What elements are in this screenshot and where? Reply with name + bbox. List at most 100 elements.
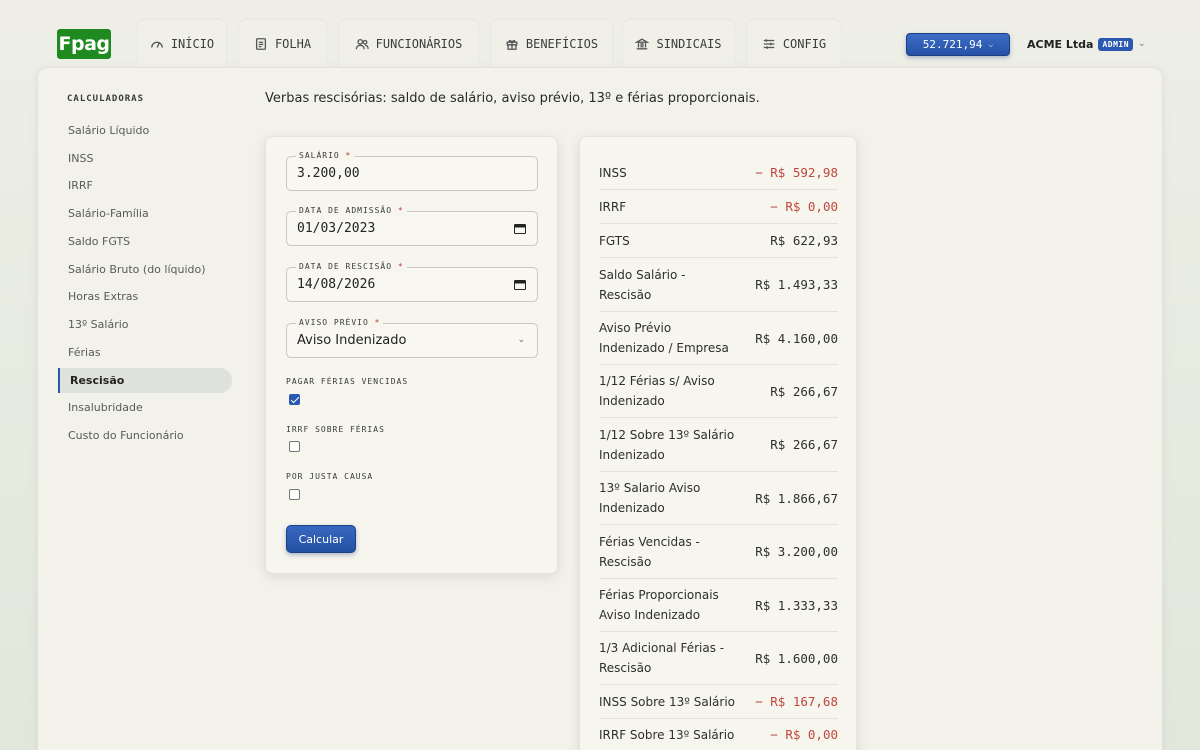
result-label: INSS [599, 165, 627, 180]
salary-label: SALÁRIO * [296, 151, 355, 161]
calendar-icon[interactable] [514, 279, 526, 290]
notice-label: AVISO PRÉVIO * [296, 318, 384, 328]
result-row: Saldo Salário - Rescisão R$ 1.493,33 [599, 258, 838, 312]
irrf-vacation-label: IRRF SOBRE FÉRIAS [286, 425, 385, 434]
sidebar-item-rescisao[interactable]: Rescisão [58, 368, 232, 393]
sidebar-item-custo-funcionario[interactable]: Custo do Funcionário [58, 423, 232, 448]
result-row: Férias Vencidas - Rescisão R$ 3.200,00 [599, 525, 838, 579]
result-value: R$ 266,67 [770, 383, 838, 399]
result-row: Aviso Prévio Indenizado / Empresa R$ 4.1… [599, 312, 838, 365]
users-icon [355, 38, 369, 49]
result-label: IRRF [599, 199, 627, 214]
result-label: IRRF Sobre 13º Salário [599, 727, 735, 742]
tab-label: SINDICAIS [656, 36, 722, 51]
tab-funcionarios[interactable]: FUNCIONÁRIOS [339, 20, 478, 67]
sidebar-item-salario-bruto[interactable]: Salário Bruto (do líquido) [58, 257, 232, 282]
result-value: R$ 3.200,00 [755, 544, 838, 559]
result-row: 1/12 Sobre 13º Salário Indenizado R$ 266… [599, 418, 838, 472]
termination-date-input[interactable]: 14/08/2026 [286, 267, 538, 302]
result-value: − R$ 0,00 [770, 199, 838, 214]
pay-vacation-checkbox[interactable] [289, 394, 300, 405]
company-name: ACME Ltda [1027, 37, 1094, 51]
notice-value: Aviso Indenizado [297, 333, 407, 348]
result-row: Férias Proporcionais Aviso Indenizado R$… [599, 579, 838, 632]
document-icon [255, 37, 266, 50]
result-value: − R$ 167,68 [755, 694, 838, 709]
sidebar-item-irrf[interactable]: IRRF [58, 173, 232, 198]
chevron-down-icon: ⌄ [1138, 39, 1146, 49]
result-label: Férias Proporcionais Aviso Indenizado [599, 588, 719, 622]
required-mark: * [397, 206, 404, 215]
result-row: 1/12 Férias s/ Aviso Indenizado R$ 266,6… [599, 365, 838, 418]
sidebar-item-salario-familia[interactable]: Salário-Família [58, 201, 232, 226]
result-row: IRRF Sobre 13º Salário − R$ 0,00 [599, 719, 838, 750]
result-value: R$ 1.333,33 [755, 597, 838, 613]
result-label: FGTS [599, 233, 630, 248]
tab-folha[interactable]: FOLHA [239, 20, 326, 67]
gauge-icon [150, 41, 163, 48]
salary-input[interactable]: 3.200,00 [286, 156, 538, 191]
sidebar-item-insalubridade[interactable]: Insalubridade [58, 395, 232, 420]
result-value: R$ 1.866,67 [755, 490, 838, 506]
sidebar-title: CALCULADORAS [67, 94, 145, 104]
tab-config[interactable]: CONFIG [747, 20, 841, 67]
sidebar-item-ferias[interactable]: Férias [58, 340, 232, 365]
required-mark: * [374, 318, 381, 327]
result-row: 1/3 Adicional Férias - Rescisão R$ 1.600… [599, 632, 838, 685]
salary-value: 3.200,00 [297, 166, 360, 181]
chevron-down-icon: ⌄ [517, 335, 525, 345]
result-row: INSS Sobre 13º Salário − R$ 167,68 [599, 685, 838, 719]
sidebar-item-salario-liquido[interactable]: Salário Líquido [58, 118, 232, 143]
result-label: Férias Vencidas - Rescisão [599, 534, 700, 569]
tab-label: INÍCIO [170, 36, 215, 51]
termination-date-label: DATA DE RESCISÃO * [296, 262, 407, 272]
gift-icon [506, 39, 518, 50]
company-selector[interactable]: ACME Ltda ADMIN ⌄ [1027, 36, 1146, 52]
required-mark: * [345, 151, 352, 160]
result-label: INSS Sobre 13º Salário [599, 694, 736, 709]
sidebar-item-13-salario[interactable]: 13º Salário [58, 312, 232, 337]
just-cause-label: POR JUSTA CAUSA [286, 472, 374, 481]
result-label: Aviso Prévio Indenizado / Empresa [599, 321, 729, 355]
result-label: 1/3 Adicional Férias - Rescisão [599, 641, 725, 675]
chevron-down-icon: ⌵ [988, 40, 994, 49]
tab-sindicais[interactable]: SINDICAIS [623, 20, 734, 67]
role-badge: ADMIN [1098, 37, 1134, 51]
sidebar-item-inss[interactable]: INSS [58, 146, 232, 171]
result-row: INSS − R$ 592,98 [599, 156, 838, 190]
result-label: Saldo Salário - Rescisão [599, 267, 686, 302]
admission-date-input[interactable]: 01/03/2023 [286, 211, 538, 246]
result-value: R$ 1.600,00 [755, 650, 838, 666]
notice-select[interactable]: Aviso Indenizado ⌄ [286, 323, 538, 358]
sidebar-item-horas-extras[interactable]: Horas Extras [58, 284, 232, 309]
tab-label: BENEFÍCIOS [525, 36, 599, 51]
tab-label: CONFIG [782, 36, 827, 51]
result-value: R$ 1.493,33 [755, 277, 838, 292]
result-row: FGTS R$ 622,93 [599, 224, 838, 258]
result-value: − R$ 592,98 [755, 165, 838, 180]
result-value: R$ 4.160,00 [755, 330, 838, 346]
sidebar-item-saldo-fgts[interactable]: Saldo FGTS [58, 229, 232, 254]
sliders-icon [763, 38, 775, 49]
balance-button[interactable]: 52.721,94 ⌵ [906, 33, 1010, 56]
result-label: 1/12 Férias s/ Aviso Indenizado [599, 374, 715, 408]
admission-date-label: DATA DE ADMISSÃO * [296, 206, 407, 216]
pay-vacation-label: PAGAR FÉRIAS VENCIDAS [286, 377, 409, 386]
just-cause-checkbox[interactable] [289, 489, 300, 500]
admission-date-value: 01/03/2023 [297, 221, 376, 236]
tab-beneficios[interactable]: BENEFÍCIOS [491, 20, 612, 67]
termination-date-value: 14/08/2026 [297, 277, 376, 292]
tab-label: FOLHA [274, 36, 312, 51]
irrf-vacation-checkbox[interactable] [289, 441, 300, 452]
calendar-icon[interactable] [514, 223, 526, 234]
page-subtitle: Verbas rescisórias: saldo de salário, av… [265, 91, 760, 106]
top-bar: Fpag INÍCIO FOLHA FUNCIONÁRIOS BENEFÍCIO… [0, 0, 1200, 70]
calculate-button[interactable]: Calcular [286, 525, 356, 553]
result-label: 1/12 Sobre 13º Salário Indenizado [599, 427, 735, 462]
tab-inicio[interactable]: INÍCIO [138, 20, 226, 67]
result-row: IRRF − R$ 0,00 [599, 190, 838, 224]
tab-label: FUNCIONÁRIOS [375, 36, 463, 51]
bank-icon [635, 37, 650, 49]
app-logo[interactable]: Fpag [57, 29, 111, 59]
result-value: R$ 622,93 [770, 233, 838, 248]
